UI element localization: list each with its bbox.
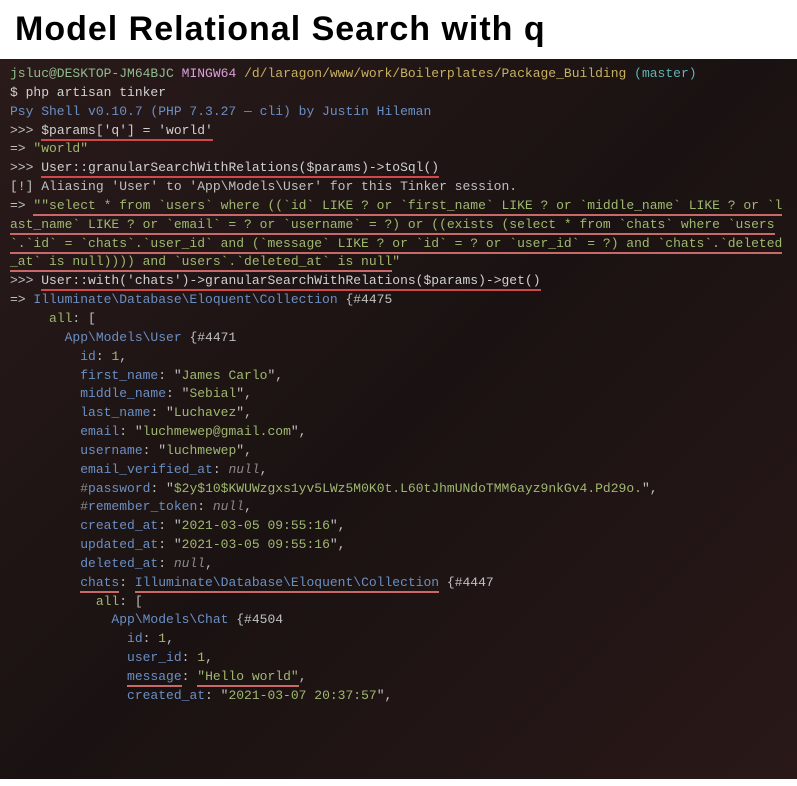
input-params: $params['q'] = 'world' bbox=[41, 123, 213, 141]
field-value: 2021-03-05 09:55:16 bbox=[182, 518, 330, 533]
input-tosql: User::granularSearchWithRelations($param… bbox=[41, 160, 439, 178]
prompt-env: MINGW64 bbox=[182, 66, 237, 81]
field-value: luchmewep bbox=[166, 443, 236, 458]
command-line: $ php artisan tinker bbox=[10, 85, 166, 100]
page-title: Model Relational Search with q bbox=[0, 0, 797, 59]
input-prefix: >>> bbox=[10, 160, 41, 175]
field-key-chats: chats bbox=[80, 575, 119, 593]
field-value: Luchavez bbox=[174, 405, 236, 420]
field-key: email bbox=[80, 424, 119, 439]
user-instance-id: {#4471 bbox=[182, 330, 237, 345]
field-value: 2021-03-07 20:37:57 bbox=[228, 688, 376, 703]
alias-notice: [!] Aliasing 'User' to 'App\Models\User'… bbox=[10, 179, 517, 194]
field-value: $2y$10$KWUWzgxs1yv5LWz5M0K0t.L60tJhmUNdo… bbox=[174, 481, 642, 496]
field-key: last_name bbox=[80, 405, 150, 420]
collection-id: {#4475 bbox=[338, 292, 393, 307]
field-key: deleted_at bbox=[80, 556, 158, 571]
chats-instance-id: {#4447 bbox=[439, 575, 494, 590]
output-quote-close: " bbox=[80, 141, 88, 156]
field-key: updated_at bbox=[80, 537, 158, 552]
field-key: first_name bbox=[80, 368, 158, 383]
all-key: all bbox=[49, 311, 72, 326]
field-key: id bbox=[127, 631, 143, 646]
field-value-message: "Hello world" bbox=[197, 669, 298, 687]
field-value: Sebial bbox=[189, 386, 236, 401]
field-key: username bbox=[80, 443, 142, 458]
field-value: luchmewep@gmail.com bbox=[143, 424, 291, 439]
field-key: created_at bbox=[80, 518, 158, 533]
input-prefix: >>> bbox=[10, 123, 41, 138]
output-prefix: => bbox=[10, 198, 33, 213]
chats-collection-class: Illuminate\Database\Eloquent\Collection bbox=[135, 575, 439, 593]
input-get: User::with('chats')->granularSearchWithR… bbox=[41, 273, 540, 291]
sql-quote-close: " bbox=[392, 254, 400, 269]
field-value: James Carlo bbox=[182, 368, 268, 383]
collection-class: Illuminate\Database\Eloquent\Collection bbox=[33, 292, 337, 307]
field-value: null bbox=[228, 462, 259, 477]
output-prefix: => bbox=[10, 141, 33, 156]
field-key: remember_token bbox=[88, 499, 197, 514]
input-prefix: >>> bbox=[10, 273, 41, 288]
output-prefix: => bbox=[10, 292, 33, 307]
field-value: 1 bbox=[197, 650, 205, 665]
field-key: middle_name bbox=[80, 386, 166, 401]
terminal-output: jsluc@DESKTOP-JM64BJC MINGW64 /d/laragon… bbox=[0, 59, 797, 779]
field-key: id bbox=[80, 349, 96, 364]
field-key: user_id bbox=[127, 650, 182, 665]
field-key: password bbox=[88, 481, 150, 496]
field-key: created_at bbox=[127, 688, 205, 703]
hash-prefix: # bbox=[80, 481, 88, 496]
output-world: world bbox=[41, 141, 80, 156]
field-value: 1 bbox=[158, 631, 166, 646]
chat-instance-id: {#4504 bbox=[228, 612, 283, 627]
field-key: email_verified_at bbox=[80, 462, 213, 477]
chat-class: App\Models\Chat bbox=[111, 612, 228, 627]
all-key: all bbox=[96, 594, 119, 609]
prompt-path: /d/laragon/www/work/Boilerplates/Package… bbox=[244, 66, 626, 81]
hash-prefix: # bbox=[80, 499, 88, 514]
bracket: : [ bbox=[119, 594, 142, 609]
psy-shell-banner: Psy Shell v0.10.7 (PHP 7.3.27 — cli) by … bbox=[10, 104, 431, 119]
bracket: : [ bbox=[72, 311, 95, 326]
field-value: null bbox=[213, 499, 244, 514]
field-value: 2021-03-05 09:55:16 bbox=[182, 537, 330, 552]
field-key-message: message bbox=[127, 669, 182, 687]
user-class: App\Models\User bbox=[65, 330, 182, 345]
prompt-branch: (master) bbox=[634, 66, 696, 81]
prompt-user: jsluc@DESKTOP-JM64BJC bbox=[10, 66, 174, 81]
field-value: null bbox=[174, 556, 205, 571]
